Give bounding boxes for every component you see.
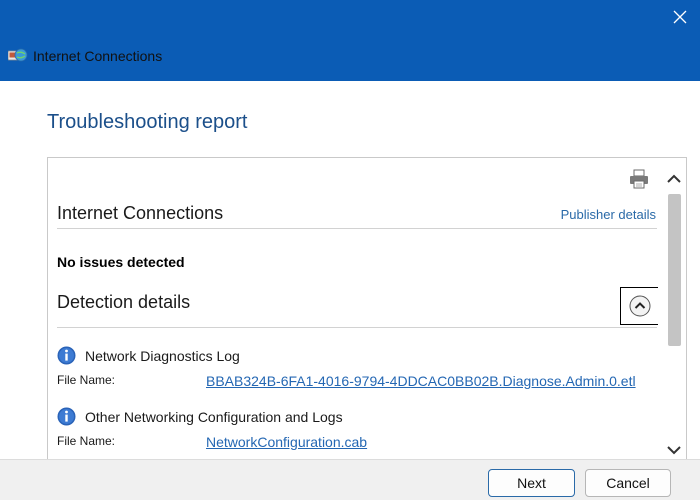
- collapse-details-button[interactable]: [620, 287, 658, 325]
- file-name-link[interactable]: NetworkConfiguration.cab: [206, 433, 367, 451]
- divider: [57, 327, 657, 328]
- divider: [57, 228, 657, 229]
- status-text: No issues detected: [57, 254, 185, 270]
- printer-icon: [630, 169, 648, 189]
- footer-bar: Next Cancel: [0, 459, 700, 500]
- troubleshooting-report-panel: Internet Connections Publisher details N…: [47, 157, 687, 462]
- chevron-up-icon: [667, 174, 681, 183]
- file-name-label: File Name:: [57, 373, 116, 387]
- publisher-details-link[interactable]: Publisher details: [561, 207, 656, 223]
- internet-connections-icon: [7, 47, 28, 65]
- scroll-up-button[interactable]: [662, 168, 686, 190]
- page-title: Troubleshooting report: [47, 111, 248, 133]
- close-icon: [673, 10, 687, 24]
- item-title: Network Diagnostics Log: [85, 348, 240, 364]
- cancel-button[interactable]: Cancel: [585, 469, 671, 497]
- detection-details-title: Detection details: [57, 292, 191, 312]
- info-icon: [57, 407, 76, 426]
- file-name-link[interactable]: BBAB324B-6FA1-4016-9794-4DDCAC0BB02B.Dia…: [206, 372, 636, 390]
- window-title: Internet Connections: [33, 48, 163, 64]
- scrollbar-thumb[interactable]: [668, 194, 681, 346]
- vertical-scrollbar[interactable]: [662, 158, 686, 461]
- print-button[interactable]: [628, 168, 650, 190]
- scroll-down-button[interactable]: [662, 442, 686, 458]
- chevron-down-icon: [667, 446, 681, 455]
- title-bar: Internet Connections: [0, 0, 700, 81]
- report-title: Internet Connections: [57, 203, 224, 223]
- info-icon: [57, 346, 76, 365]
- item-title: Other Networking Configuration and Logs: [85, 409, 343, 425]
- chevron-up-icon: [629, 295, 650, 317]
- file-name-label: File Name:: [57, 434, 116, 448]
- next-button[interactable]: Next: [488, 469, 575, 497]
- close-button[interactable]: [660, 0, 700, 34]
